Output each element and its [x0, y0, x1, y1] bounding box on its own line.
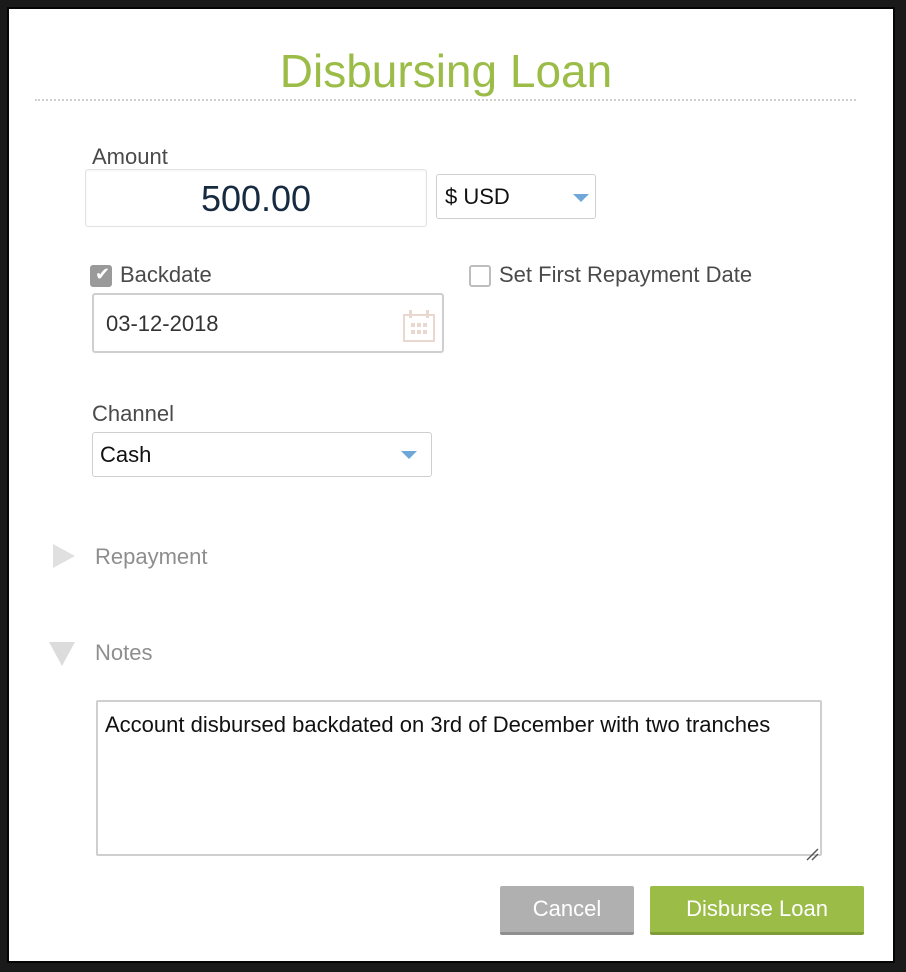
backdate-date-value: 03-12-2018 [106, 311, 219, 336]
collapse-down-icon[interactable] [49, 642, 75, 666]
chevron-down-icon [573, 194, 589, 202]
expand-right-icon[interactable] [53, 544, 75, 568]
notes-textarea[interactable]: Account disbursed backdated on 3rd of De… [96, 700, 822, 861]
notes-text: Account disbursed backdated on 3rd of De… [105, 712, 771, 737]
checkmark-icon: ✔ [95, 264, 111, 284]
first-repayment-checkbox[interactable] [469, 265, 491, 287]
section-repayment[interactable]: Repayment [95, 544, 208, 570]
channel-select[interactable]: Cash [92, 432, 432, 477]
backdate-checkbox[interactable]: ✔ [90, 264, 112, 287]
currency-select[interactable]: $ USD [436, 174, 596, 219]
title-divider [35, 99, 856, 101]
chevron-down-icon [401, 451, 417, 459]
resize-handle-icon[interactable] [805, 839, 819, 861]
dialog-title: Disbursing Loan [279, 45, 613, 97]
currency-selected-value: $ USD [445, 184, 510, 209]
section-notes[interactable]: Notes [95, 640, 152, 666]
amount-input[interactable]: 500.00 [85, 169, 427, 227]
cancel-button[interactable]: Cancel [500, 886, 634, 935]
backdate-date-input[interactable]: 03-12-2018 [92, 293, 444, 353]
backdate-label: Backdate [120, 262, 212, 287]
first-repayment-label: Set First Repayment Date [499, 262, 753, 287]
channel-selected-value: Cash [100, 442, 152, 467]
calendar-icon[interactable] [402, 307, 436, 365]
disburse-loan-button[interactable]: Disburse Loan [650, 886, 864, 935]
channel-label: Channel [92, 401, 174, 426]
amount-label: Amount [92, 144, 168, 169]
